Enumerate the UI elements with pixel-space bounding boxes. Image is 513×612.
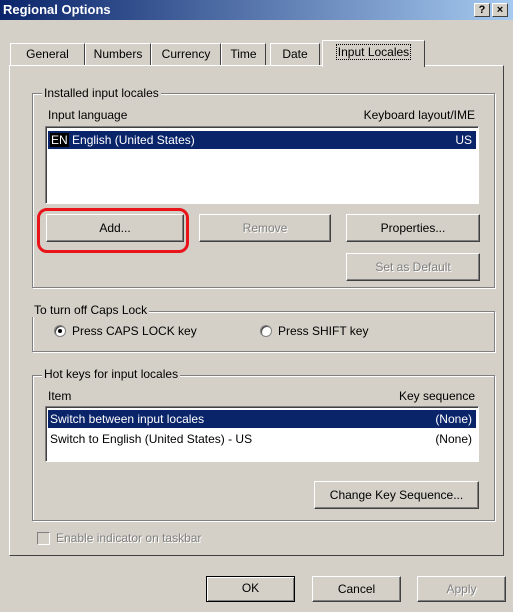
hotkey-item: Switch between input locales [50,412,205,426]
installed-locales-list[interactable]: EN English (United States) US [45,126,479,204]
hotkeys-sequence-header: Key sequence [398,389,475,403]
hotkeys-item-header: Item [48,389,72,403]
tab-time[interactable]: Time [221,43,266,65]
caps-lock-legend: To turn off Caps Lock [32,303,150,317]
tab-numbers[interactable]: Numbers [85,43,151,65]
language-badge: EN [50,133,69,147]
ok-button[interactable]: OK [206,576,295,602]
enable-indicator-label[interactable]: Enable indicator on taskbar [56,531,201,545]
tab-label: Input Locales [335,44,412,60]
enable-indicator-checkbox[interactable] [37,532,50,545]
properties-button[interactable]: Properties... [346,214,480,242]
shift-radio[interactable] [260,325,272,337]
tab-label: Currency [161,47,211,61]
window-title: Regional Options [3,2,111,17]
hotkey-row[interactable]: Switch to English (United States) - US (… [48,430,476,448]
locale-layout: US [455,133,472,147]
caps-lock-radio-label[interactable]: Press CAPS LOCK key [72,324,197,338]
hotkeys-list[interactable]: Switch between input locales (None) Swit… [45,406,479,462]
tab-currency[interactable]: Currency [151,43,221,65]
keyboard-layout-header: Keyboard layout/IME [363,108,475,122]
change-key-sequence-button[interactable]: Change Key Sequence... [314,481,479,509]
hotkey-sequence: (None) [435,412,472,426]
set-as-default-button[interactable]: Set as Default [346,253,480,281]
help-button[interactable]: ? [474,3,490,17]
tab-label: Time [230,47,257,61]
tab-label: General [26,47,69,61]
caps-lock-radio[interactable] [54,325,66,337]
locale-language: English (United States) [72,133,195,147]
hotkey-sequence: (None) [435,432,472,446]
input-language-header: Input language [48,108,128,122]
tab-date[interactable]: Date [270,43,320,65]
hotkey-item: Switch to English (United States) - US [50,432,253,446]
locale-list-item[interactable]: EN English (United States) US [48,131,476,149]
apply-button[interactable]: Apply [417,576,506,602]
tab-input-locales[interactable]: Input Locales [322,40,425,67]
radio-selected-dot [58,329,62,333]
hotkey-row[interactable]: Switch between input locales (None) [48,410,476,428]
cancel-button[interactable]: Cancel [312,576,401,602]
tab-label: Numbers [93,47,143,61]
shift-radio-label[interactable]: Press SHIFT key [278,324,368,338]
tab-label: Date [282,47,308,61]
installed-locales-legend: Installed input locales [42,86,161,100]
tab-general[interactable]: General [10,43,85,65]
close-button[interactable]: × [492,3,508,17]
highlight-ring [37,208,189,253]
hotkeys-legend: Hot keys for input locales [42,367,181,381]
remove-button[interactable]: Remove [199,214,331,242]
